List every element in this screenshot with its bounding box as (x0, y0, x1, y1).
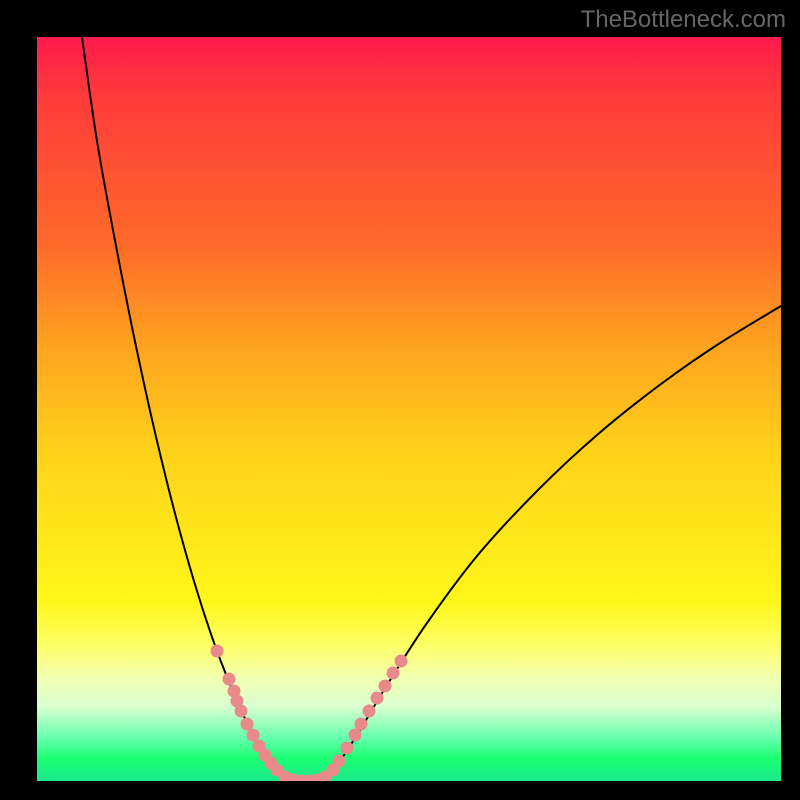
marker-dot (223, 673, 236, 686)
watermark-label: TheBottleneck.com (581, 6, 786, 34)
marker-dot (333, 755, 346, 768)
outer-black-frame: TheBottleneck.com (0, 0, 800, 800)
chart-plot-area (37, 37, 781, 781)
marker-dot (341, 742, 354, 755)
marker-dot (211, 645, 224, 658)
marker-dot (247, 729, 260, 742)
marker-dot (387, 667, 400, 680)
marker-dot (235, 705, 248, 718)
marker-dots-group (211, 645, 408, 782)
marker-dot (379, 680, 392, 693)
marker-dot (395, 655, 408, 668)
marker-dot (371, 692, 384, 705)
chart-svg (37, 37, 781, 781)
marker-dot (349, 729, 362, 742)
marker-dot (355, 718, 368, 731)
bottleneck-curve (82, 37, 781, 781)
marker-dot (363, 705, 376, 718)
marker-dot (241, 718, 254, 731)
